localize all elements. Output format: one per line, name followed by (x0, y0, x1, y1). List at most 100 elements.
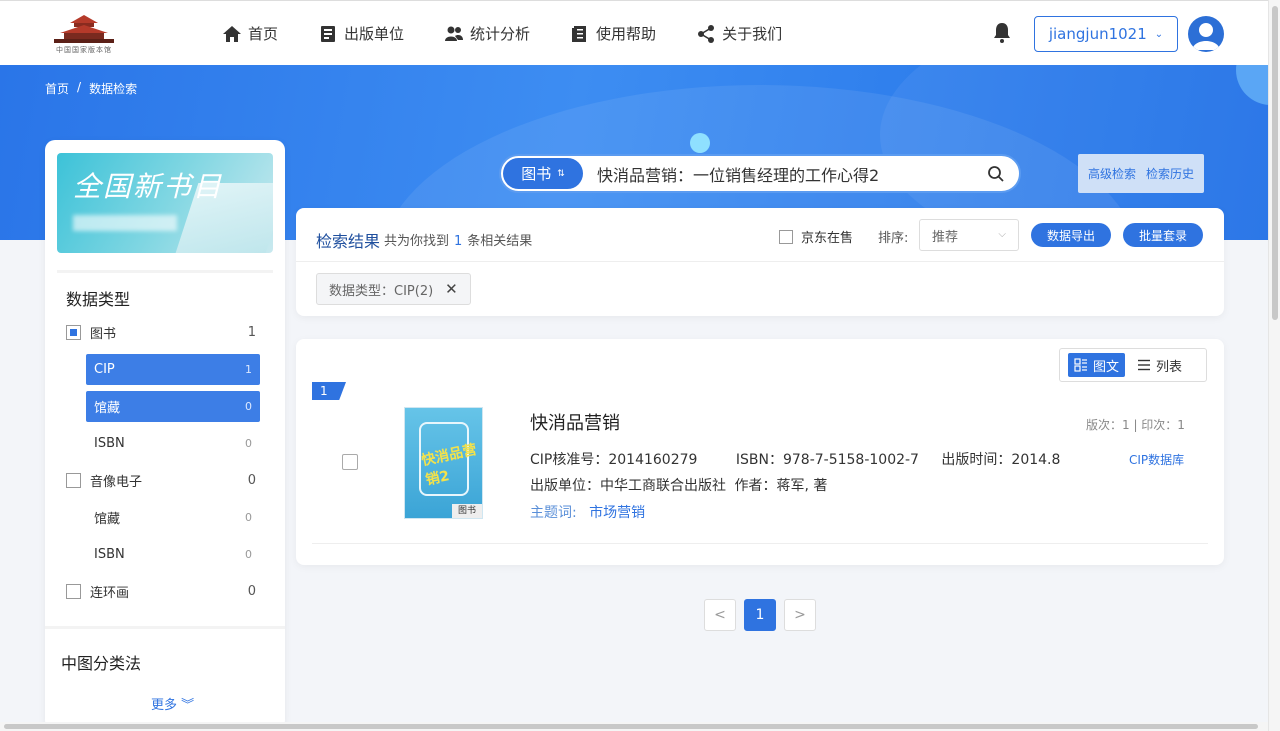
type-label: 音像电子 (90, 474, 143, 490)
pavilion-logo-icon (54, 15, 114, 43)
pagination: < 1 > (704, 599, 824, 631)
subtype-av-isbn[interactable]: ISBN 0 (86, 539, 260, 570)
more-label: 更多 (151, 698, 178, 713)
batch-import-button[interactable]: 批量套录 (1123, 223, 1203, 247)
type-count: 1 (247, 324, 256, 340)
new-books-banner[interactable]: 全国新书目 (57, 153, 273, 253)
divider (57, 270, 273, 273)
view-list-button[interactable]: 列表 (1131, 353, 1188, 377)
advanced-search-link[interactable]: 高级检索 (1088, 165, 1136, 182)
nav-publishers[interactable]: 出版单位 (318, 23, 404, 44)
data-source-link[interactable]: CIP数据库 (1129, 451, 1184, 468)
books-checkbox[interactable] (66, 324, 81, 340)
subtype-label: ISBN (94, 547, 125, 562)
book-meta-row: CIP核准号：2014160279 ISBN：978-7-5158-1002-7… (530, 449, 1094, 469)
subtype-books-collection[interactable]: 馆藏 0 (86, 391, 260, 422)
breadcrumb-home[interactable]: 首页 (45, 80, 69, 97)
prev-page-button[interactable]: < (704, 599, 736, 631)
book-cip: CIP核准号：2014160279 (530, 452, 698, 468)
view-grid-label: 图文 (1093, 359, 1120, 375)
filter-sidebar: 全国新书目 数据类型 图书 1 CIP 1 馆藏 0 ISBN 0 音像电子 0… (45, 140, 285, 730)
vertical-scrollbar[interactable] (1268, 0, 1280, 731)
avatar[interactable] (1188, 16, 1224, 52)
next-page-button[interactable]: > (784, 599, 816, 631)
view-toggle: 图文 列表 (1059, 348, 1207, 382)
nav-help[interactable]: 使用帮助 (570, 23, 656, 44)
data-type-title: 数据类型 (66, 290, 131, 309)
scroll-thumb[interactable] (1272, 6, 1278, 320)
nav-publishers-label: 出版单位 (344, 25, 405, 43)
search-bar: 图书 ⇅ 快消品营销：一位销售经理的工作心得2 (499, 154, 1021, 193)
subtype-count: 0 (245, 400, 252, 413)
search-type-label: 图书 (521, 165, 552, 183)
type-count: 0 (247, 583, 256, 599)
book-meta-row: 出版单位：中华工商联合出版社 作者：蒋军, 著 (530, 475, 827, 495)
subtype-books-cip[interactable]: CIP 1 (86, 354, 260, 385)
chevron-down-icon: ⌵ (998, 229, 1006, 240)
breadcrumb-current: 数据检索 (89, 82, 138, 96)
sort-value: 推荐 (932, 229, 959, 245)
export-button[interactable]: 数据导出 (1031, 223, 1111, 247)
jd-filter[interactable]: 京东在售 (779, 227, 853, 246)
book-cover[interactable]: 快消品营销2 图书 (404, 407, 483, 519)
breadcrumb-separator: / (77, 80, 82, 94)
home-icon (223, 25, 241, 42)
users-icon (445, 26, 464, 41)
subtype-books-isbn[interactable]: ISBN 0 (86, 428, 260, 459)
view-grid-button[interactable]: 图文 (1068, 353, 1126, 377)
breadcrumb: 首页 / 数据检索 (45, 80, 145, 97)
classification-title: 中图分类法 (61, 654, 142, 673)
sort-select[interactable]: 推荐 ⌵ (919, 219, 1019, 251)
nav-statistics-label: 统计分析 (470, 25, 531, 43)
more-link[interactable]: 更多 ︾ (151, 694, 194, 713)
summary-suffix: 条相关结果 (467, 234, 533, 249)
results-summary: 共为你找到 1 条相关结果 (384, 230, 532, 249)
banner-calligraphy: 全国新书目 (73, 170, 224, 203)
summary-prefix: 共为你找到 (384, 234, 450, 249)
av-checkbox[interactable] (66, 472, 81, 488)
nav-home-label: 首页 (248, 25, 279, 43)
jd-label: 京东在售 (801, 231, 854, 246)
nav-home[interactable]: 首页 (222, 23, 278, 44)
subtype-av-collection[interactable]: 馆藏 0 (86, 502, 260, 533)
nav-about[interactable]: 关于我们 (696, 23, 782, 44)
horizontal-scrollbar[interactable] (0, 722, 1268, 731)
jd-checkbox[interactable] (779, 229, 793, 244)
book-edition: 版次：1 | 印次：1 (1086, 418, 1185, 432)
user-menu-button[interactable]: jiangjun1021 ⌄ (1034, 16, 1178, 52)
share-icon (698, 24, 715, 43)
nav-statistics[interactable]: 统计分析 (444, 23, 530, 44)
cover-badge: 图书 (452, 504, 482, 518)
search-type-selector[interactable]: 图书 ⇅ (503, 158, 583, 189)
scroll-thumb[interactable] (4, 724, 1258, 729)
subject-link[interactable]: 市场营销 (589, 505, 645, 521)
comics-checkbox[interactable] (66, 583, 81, 599)
close-icon[interactable]: ✕ (445, 280, 458, 298)
subtype-count: 1 (245, 363, 252, 376)
subtype-label: CIP (94, 362, 115, 377)
search-icon[interactable] (987, 165, 1005, 183)
site-logo[interactable]: 中国国家版本馆 (44, 13, 124, 59)
type-row-comics[interactable]: 连环画 0 (66, 575, 256, 607)
book-title[interactable]: 快消品营销 (530, 409, 620, 435)
username: jiangjun1021 (1048, 25, 1147, 43)
search-input[interactable]: 快消品营销：一位销售经理的工作心得2 (597, 162, 987, 186)
page-button-1[interactable]: 1 (744, 599, 776, 631)
top-header: 中国国家版本馆 首页 出版单位 统计分析 使用帮助 关于我们 jiangjun1… (0, 0, 1268, 65)
results-count: 1 (454, 234, 463, 249)
results-title: 检索结果 (316, 232, 381, 251)
subtype-count: 0 (245, 437, 252, 450)
subject-key: 主题词: (530, 505, 577, 521)
divider (45, 626, 285, 629)
bell-icon[interactable] (990, 21, 1014, 45)
divider (312, 543, 1208, 544)
filter-tag-label: 数据类型：CIP(2) (329, 283, 434, 299)
item-index-flag: 1 (312, 382, 346, 400)
type-row-books[interactable]: 图书 1 (66, 316, 256, 348)
book-icon (321, 25, 336, 42)
type-row-av[interactable]: 音像电子 0 (66, 464, 256, 496)
item-checkbox[interactable] (342, 454, 358, 470)
subtype-label: 馆藏 (94, 401, 121, 416)
divider (296, 261, 1224, 262)
search-history-link[interactable]: 检索历史 (1146, 165, 1194, 182)
